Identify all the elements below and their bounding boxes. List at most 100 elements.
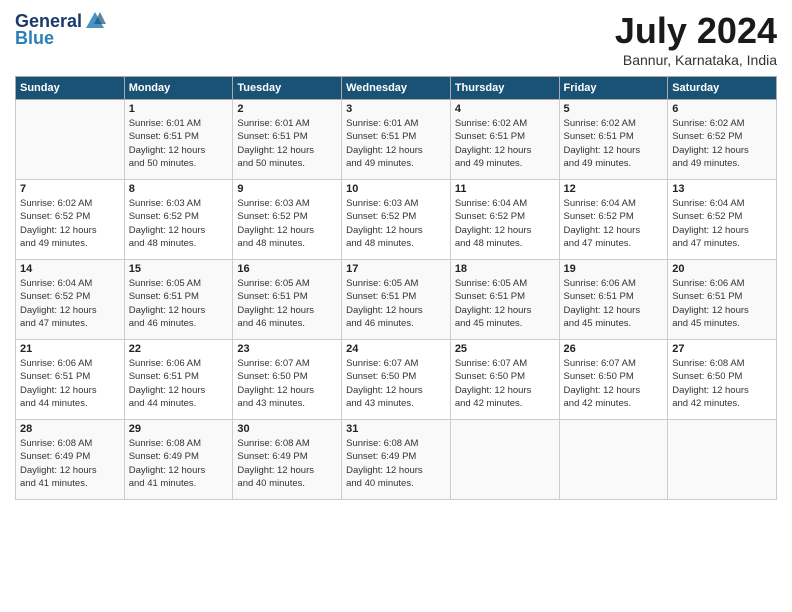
logo: General Blue bbox=[15, 10, 106, 49]
calendar-cell: 13 Sunrise: 6:04 AMSunset: 6:52 PMDayligh… bbox=[668, 180, 777, 260]
day-number: 4 bbox=[455, 103, 555, 115]
day-number: 2 bbox=[237, 103, 337, 115]
day-info: Sunrise: 6:03 AMSunset: 6:52 PMDaylight:… bbox=[346, 197, 446, 250]
weekday-header-monday: Monday bbox=[124, 77, 233, 100]
calendar-cell: 21 Sunrise: 6:06 AMSunset: 6:51 PMDayligh… bbox=[16, 340, 125, 420]
day-number: 3 bbox=[346, 103, 446, 115]
week-row-5: 28 Sunrise: 6:08 AMSunset: 6:49 PMDayligh… bbox=[16, 420, 777, 500]
calendar-cell: 30 Sunrise: 6:08 AMSunset: 6:49 PMDayligh… bbox=[233, 420, 342, 500]
day-info: Sunrise: 6:01 AMSunset: 6:51 PMDaylight:… bbox=[346, 117, 446, 170]
day-info: Sunrise: 6:02 AMSunset: 6:51 PMDaylight:… bbox=[564, 117, 664, 170]
day-number: 31 bbox=[346, 423, 446, 435]
day-info: Sunrise: 6:01 AMSunset: 6:51 PMDaylight:… bbox=[129, 117, 229, 170]
day-info: Sunrise: 6:05 AMSunset: 6:51 PMDaylight:… bbox=[129, 277, 229, 330]
day-number: 8 bbox=[129, 183, 229, 195]
calendar-cell bbox=[450, 420, 559, 500]
day-info: Sunrise: 6:01 AMSunset: 6:51 PMDaylight:… bbox=[237, 117, 337, 170]
page-header: General Blue July 2024 Bannur, Karnataka… bbox=[15, 10, 777, 68]
calendar-table: SundayMondayTuesdayWednesdayThursdayFrid… bbox=[15, 76, 777, 500]
day-number: 6 bbox=[672, 103, 772, 115]
day-number: 30 bbox=[237, 423, 337, 435]
weekday-header-saturday: Saturday bbox=[668, 77, 777, 100]
day-number: 7 bbox=[20, 183, 120, 195]
calendar-cell: 10 Sunrise: 6:03 AMSunset: 6:52 PMDayligh… bbox=[342, 180, 451, 260]
day-info: Sunrise: 6:04 AMSunset: 6:52 PMDaylight:… bbox=[20, 277, 120, 330]
day-info: Sunrise: 6:08 AMSunset: 6:49 PMDaylight:… bbox=[237, 437, 337, 490]
day-info: Sunrise: 6:08 AMSunset: 6:50 PMDaylight:… bbox=[672, 357, 772, 410]
calendar-cell: 31 Sunrise: 6:08 AMSunset: 6:49 PMDayligh… bbox=[342, 420, 451, 500]
day-info: Sunrise: 6:03 AMSunset: 6:52 PMDaylight:… bbox=[129, 197, 229, 250]
calendar-cell: 6Sunrise: 6:02 AMSunset: 6:52 PMDaylight… bbox=[668, 100, 777, 180]
day-number: 1 bbox=[129, 103, 229, 115]
day-number: 18 bbox=[455, 263, 555, 275]
day-info: Sunrise: 6:08 AMSunset: 6:49 PMDaylight:… bbox=[20, 437, 120, 490]
day-number: 20 bbox=[672, 263, 772, 275]
day-info: Sunrise: 6:05 AMSunset: 6:51 PMDaylight:… bbox=[237, 277, 337, 330]
day-number: 22 bbox=[129, 343, 229, 355]
calendar-cell: 23Sunrise: 6:07 AMSunset: 6:50 PMDayligh… bbox=[233, 340, 342, 420]
calendar-cell: 25Sunrise: 6:07 AMSunset: 6:50 PMDayligh… bbox=[450, 340, 559, 420]
day-number: 29 bbox=[129, 423, 229, 435]
day-number: 5 bbox=[564, 103, 664, 115]
calendar-cell: 19Sunrise: 6:06 AMSunset: 6:51 PMDayligh… bbox=[559, 260, 668, 340]
day-number: 10 bbox=[346, 183, 446, 195]
day-info: Sunrise: 6:05 AMSunset: 6:51 PMDaylight:… bbox=[346, 277, 446, 330]
weekday-header-sunday: Sunday bbox=[16, 77, 125, 100]
day-info: Sunrise: 6:04 AMSunset: 6:52 PMDaylight:… bbox=[672, 197, 772, 250]
calendar-cell: 5 Sunrise: 6:02 AMSunset: 6:51 PMDaylight… bbox=[559, 100, 668, 180]
day-info: Sunrise: 6:08 AMSunset: 6:49 PMDaylight:… bbox=[346, 437, 446, 490]
calendar-cell: 20 Sunrise: 6:06 AMSunset: 6:51 PMDayligh… bbox=[668, 260, 777, 340]
day-number: 9 bbox=[237, 183, 337, 195]
day-number: 11 bbox=[455, 183, 555, 195]
day-number: 28 bbox=[20, 423, 120, 435]
calendar-cell bbox=[668, 420, 777, 500]
day-number: 25 bbox=[455, 343, 555, 355]
day-info: Sunrise: 6:06 AMSunset: 6:51 PMDaylight:… bbox=[564, 277, 664, 330]
calendar-cell: 24Sunrise: 6:07 AMSunset: 6:50 PMDayligh… bbox=[342, 340, 451, 420]
day-number: 21 bbox=[20, 343, 120, 355]
day-info: Sunrise: 6:06 AMSunset: 6:51 PMDaylight:… bbox=[20, 357, 120, 410]
day-number: 12 bbox=[564, 183, 664, 195]
weekday-header-wednesday: Wednesday bbox=[342, 77, 451, 100]
day-number: 27 bbox=[672, 343, 772, 355]
logo-icon bbox=[84, 10, 106, 32]
calendar-cell: 15 Sunrise: 6:05 AMSunset: 6:51 PMDayligh… bbox=[124, 260, 233, 340]
day-number: 13 bbox=[672, 183, 772, 195]
weekday-header-tuesday: Tuesday bbox=[233, 77, 342, 100]
day-info: Sunrise: 6:04 AMSunset: 6:52 PMDaylight:… bbox=[455, 197, 555, 250]
day-info: Sunrise: 6:05 AMSunset: 6:51 PMDaylight:… bbox=[455, 277, 555, 330]
week-row-4: 21 Sunrise: 6:06 AMSunset: 6:51 PMDayligh… bbox=[16, 340, 777, 420]
weekday-header-friday: Friday bbox=[559, 77, 668, 100]
calendar-cell: 9 Sunrise: 6:03 AMSunset: 6:52 PMDaylight… bbox=[233, 180, 342, 260]
month-title: July 2024 bbox=[615, 10, 777, 52]
location: Bannur, Karnataka, India bbox=[615, 52, 777, 68]
calendar-cell bbox=[16, 100, 125, 180]
calendar-cell: 14 Sunrise: 6:04 AMSunset: 6:52 PMDayligh… bbox=[16, 260, 125, 340]
day-number: 24 bbox=[346, 343, 446, 355]
calendar-cell: 7 Sunrise: 6:02 AMSunset: 6:52 PMDaylight… bbox=[16, 180, 125, 260]
week-row-3: 14 Sunrise: 6:04 AMSunset: 6:52 PMDayligh… bbox=[16, 260, 777, 340]
day-number: 15 bbox=[129, 263, 229, 275]
day-info: Sunrise: 6:06 AMSunset: 6:51 PMDaylight:… bbox=[129, 357, 229, 410]
weekday-header-thursday: Thursday bbox=[450, 77, 559, 100]
calendar-cell: 1 Sunrise: 6:01 AMSunset: 6:51 PMDaylight… bbox=[124, 100, 233, 180]
calendar-cell: 29 Sunrise: 6:08 AMSunset: 6:49 PMDayligh… bbox=[124, 420, 233, 500]
calendar-cell: 17 Sunrise: 6:05 AMSunset: 6:51 PMDayligh… bbox=[342, 260, 451, 340]
day-info: Sunrise: 6:02 AMSunset: 6:51 PMDaylight:… bbox=[455, 117, 555, 170]
weekday-header-row: SundayMondayTuesdayWednesdayThursdayFrid… bbox=[16, 77, 777, 100]
calendar-cell: 3 Sunrise: 6:01 AMSunset: 6:51 PMDaylight… bbox=[342, 100, 451, 180]
day-number: 14 bbox=[20, 263, 120, 275]
calendar-cell bbox=[559, 420, 668, 500]
day-info: Sunrise: 6:02 AMSunset: 6:52 PMDaylight:… bbox=[20, 197, 120, 250]
day-info: Sunrise: 6:08 AMSunset: 6:49 PMDaylight:… bbox=[129, 437, 229, 490]
day-info: Sunrise: 6:03 AMSunset: 6:52 PMDaylight:… bbox=[237, 197, 337, 250]
title-block: July 2024 Bannur, Karnataka, India bbox=[615, 10, 777, 68]
day-info: Sunrise: 6:04 AMSunset: 6:52 PMDaylight:… bbox=[564, 197, 664, 250]
calendar-cell: 12 Sunrise: 6:04 AMSunset: 6:52 PMDayligh… bbox=[559, 180, 668, 260]
day-info: Sunrise: 6:06 AMSunset: 6:51 PMDaylight:… bbox=[672, 277, 772, 330]
week-row-1: 1 Sunrise: 6:01 AMSunset: 6:51 PMDaylight… bbox=[16, 100, 777, 180]
calendar-cell: 22 Sunrise: 6:06 AMSunset: 6:51 PMDayligh… bbox=[124, 340, 233, 420]
calendar-cell: 11 Sunrise: 6:04 AMSunset: 6:52 PMDayligh… bbox=[450, 180, 559, 260]
day-number: 17 bbox=[346, 263, 446, 275]
calendar-cell: 26Sunrise: 6:07 AMSunset: 6:50 PMDayligh… bbox=[559, 340, 668, 420]
